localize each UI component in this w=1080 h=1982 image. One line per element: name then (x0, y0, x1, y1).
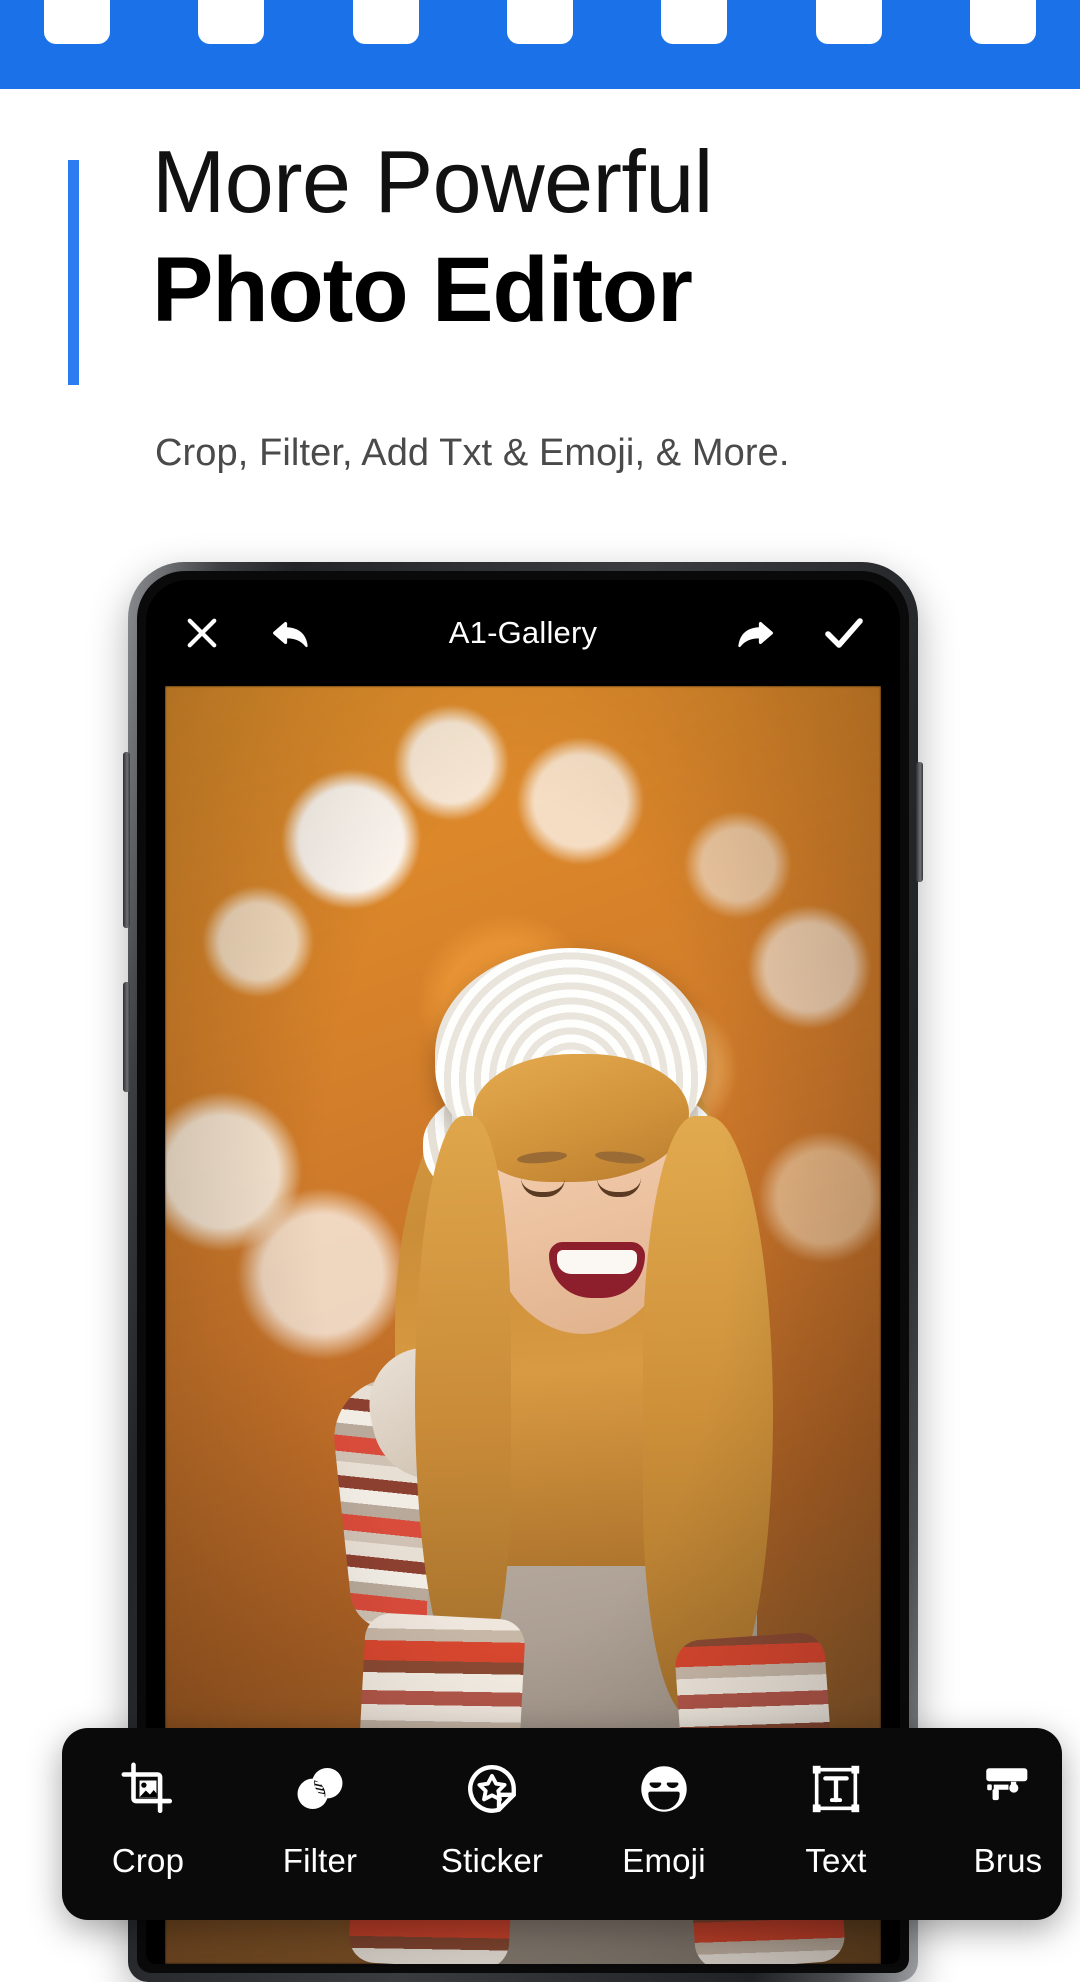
film-perforation-row (0, 0, 1080, 44)
crop-icon (117, 1758, 179, 1820)
tool-label: Crop (111, 1842, 185, 1879)
close-x-icon[interactable] (176, 607, 228, 659)
tool-emoji[interactable]: Emoji (578, 1758, 750, 1880)
tool-crop[interactable]: Crop (62, 1758, 234, 1880)
checkmark-icon[interactable] (818, 607, 870, 659)
tool-brush[interactable]: Brus (922, 1758, 1062, 1880)
phone-right-side-button[interactable] (916, 762, 923, 882)
film-perforation (815, 0, 882, 44)
film-perforation (506, 0, 573, 44)
film-perforation (969, 0, 1036, 44)
film-perforation (352, 0, 419, 44)
film-perforation (44, 0, 110, 44)
top-banner (0, 0, 1080, 89)
headline-block: More Powerful Photo Editor (0, 130, 1080, 460)
tool-label: Text (805, 1842, 867, 1879)
phone-power-button[interactable] (123, 982, 130, 1092)
tool-sticker[interactable]: Sticker (406, 1758, 578, 1880)
redo-arrow-icon[interactable] (730, 607, 782, 659)
tool-filter[interactable]: Filter (234, 1758, 406, 1880)
editor-header-bar: A1-Gallery (146, 580, 900, 686)
film-perforation (198, 0, 265, 44)
phone-volume-button[interactable] (123, 752, 130, 928)
brush-roller-icon (977, 1758, 1039, 1820)
editor-tool-list: Crop Filter Sticker Emoji Text Brus (62, 1728, 1062, 1920)
headline-accent-bar (68, 160, 79, 385)
tool-text[interactable]: Text (750, 1758, 922, 1880)
tool-label: Emoji (622, 1842, 706, 1879)
text-box-icon (805, 1758, 867, 1820)
headline-line-2: Photo Editor (152, 238, 693, 341)
headline-subtitle: Crop, Filter, Add Txt & Emoji, & More. (155, 432, 790, 474)
tool-label: Brus (973, 1842, 1043, 1879)
tool-label: Filter (282, 1842, 358, 1879)
sticker-star-icon (461, 1758, 523, 1820)
undo-arrow-icon[interactable] (264, 607, 316, 659)
headline-line-1: More Powerful (152, 132, 713, 231)
filter-circles-icon (289, 1758, 351, 1820)
emoji-smile-icon (633, 1758, 695, 1820)
headline-text: More Powerful Photo Editor (152, 130, 1032, 344)
editor-tool-bar: Crop Filter Sticker Emoji Text Brus (62, 1728, 1062, 1920)
tool-label: Sticker (440, 1842, 544, 1879)
film-perforation (661, 0, 728, 44)
editor-title: A1-Gallery (448, 615, 598, 650)
